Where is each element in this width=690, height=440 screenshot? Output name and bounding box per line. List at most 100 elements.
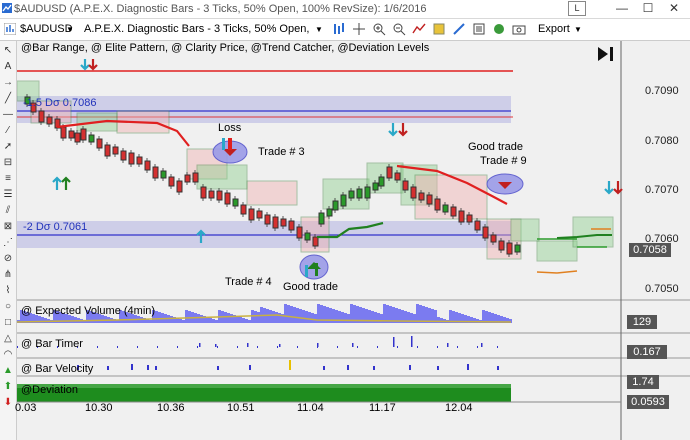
pitchfork-icon[interactable]: ⋔ xyxy=(2,269,14,281)
screenshot-icon[interactable] xyxy=(512,22,526,36)
candle xyxy=(458,210,465,223)
timer-tick xyxy=(447,343,449,347)
arrow-up-icon[interactable]: ▲ xyxy=(2,365,14,377)
candle xyxy=(112,146,119,155)
fibonacci-icon[interactable]: ≡ xyxy=(2,173,14,185)
chevron-down-icon[interactable]: ▼ xyxy=(66,25,74,34)
annotation-trade-4: Trade # 4 xyxy=(225,276,272,288)
extended-line-icon[interactable]: ⁄ xyxy=(2,125,14,137)
rectangle-icon[interactable]: □ xyxy=(2,317,14,329)
time-tick: 11.04 xyxy=(297,402,324,414)
drawing-tools-icon[interactable] xyxy=(452,22,466,36)
link-button[interactable]: L xyxy=(568,1,586,16)
ruler-icon[interactable]: ⊟ xyxy=(2,157,14,169)
volume-bar xyxy=(302,310,305,323)
candle xyxy=(498,240,505,251)
price-tick: 0.7090 xyxy=(645,85,679,97)
volume-bar xyxy=(293,307,296,323)
candle xyxy=(394,172,401,181)
volume-bar xyxy=(422,306,425,323)
volume-bar xyxy=(227,313,230,323)
regression-icon[interactable]: ⊠ xyxy=(2,221,14,233)
volume-bar xyxy=(185,310,188,323)
candle xyxy=(450,206,457,217)
volume-bar xyxy=(275,312,278,323)
volume-bar xyxy=(170,316,173,323)
strategies-icon[interactable] xyxy=(432,22,446,36)
timer-tick xyxy=(17,346,18,348)
chart-trader-icon[interactable] xyxy=(492,22,506,36)
volume-bar xyxy=(311,313,314,323)
ellipse-icon[interactable]: ○ xyxy=(2,301,14,313)
upper-deviation-label: -1.5 Dσ 0.7086 xyxy=(23,97,97,109)
line-tool-icon[interactable]: ╱ xyxy=(2,93,14,105)
timer-tick xyxy=(337,346,338,348)
arrow-down-icon[interactable]: ⬇ xyxy=(2,397,14,409)
bar-style-icon[interactable] xyxy=(332,22,346,36)
horizontal-line-icon[interactable]: ― xyxy=(2,109,14,121)
arrow-up-icon[interactable]: ⬆ xyxy=(2,381,14,393)
fib-extension-icon[interactable]: ☰ xyxy=(2,189,14,201)
bar-type-selector[interactable]: A.P.E.X. Diagnostic Bars - 3 Ticks, 50% … xyxy=(84,23,309,35)
expected-volume-title: @ Expected Volume (4min) xyxy=(21,305,156,317)
chart-area[interactable]: @Bar Range, @ Elite Pattern, @ Clarity P… xyxy=(15,41,690,440)
candle xyxy=(364,186,371,199)
velocity-tick xyxy=(249,365,251,370)
arrow-line-icon[interactable]: ➚ xyxy=(2,141,14,153)
close-button[interactable]: ✕ xyxy=(664,1,684,15)
volume-bar xyxy=(257,312,260,323)
polygon-icon[interactable]: ⌇ xyxy=(2,285,14,297)
candle xyxy=(88,134,95,143)
candle xyxy=(418,192,425,201)
maximize-button[interactable]: ☐ xyxy=(638,1,658,15)
crosshair-icon[interactable] xyxy=(352,22,366,36)
timer-tick xyxy=(357,346,358,348)
chevron-down-icon[interactable]: ▼ xyxy=(574,25,582,34)
volume-bar xyxy=(284,304,287,323)
candle xyxy=(60,126,67,139)
timer-tick xyxy=(417,346,418,348)
volume-bar xyxy=(335,310,338,323)
trend-channel-icon[interactable]: ⊘ xyxy=(2,253,14,265)
ray-tool-icon[interactable]: → xyxy=(2,77,14,89)
symbol-selector[interactable]: $AUDUSD xyxy=(20,23,73,35)
velocity-tick xyxy=(373,366,375,370)
candle xyxy=(200,186,207,199)
candle xyxy=(120,150,127,161)
volume-bar xyxy=(416,304,419,323)
export-menu[interactable]: Export xyxy=(538,23,570,35)
velocity-tick xyxy=(155,366,157,370)
time-tick: 10.30 xyxy=(85,402,113,414)
current-price-tag: 0.7058 xyxy=(629,243,671,257)
zoom-out-icon[interactable] xyxy=(392,22,406,36)
minimize-button[interactable]: — xyxy=(612,1,632,15)
volume-bar xyxy=(239,317,242,323)
zoom-in-icon[interactable] xyxy=(372,22,386,36)
volume-bar xyxy=(158,312,161,323)
new-chart-icon[interactable] xyxy=(4,23,16,35)
candle xyxy=(74,132,81,143)
text-tool-icon[interactable]: A xyxy=(2,61,14,73)
candle xyxy=(312,236,319,247)
volume-bar xyxy=(419,305,422,323)
indicators-icon[interactable] xyxy=(412,22,426,36)
channel-icon[interactable]: ⫽ xyxy=(2,205,14,217)
chevron-down-icon[interactable]: ▼ xyxy=(315,25,323,34)
volume-bar xyxy=(179,319,182,323)
bar-timer-ticks xyxy=(17,336,498,348)
volume-bar xyxy=(182,320,185,323)
volume-bar xyxy=(305,311,308,323)
timer-tick xyxy=(277,346,278,348)
gann-fan-icon[interactable]: ⋰ xyxy=(2,237,14,249)
timer-tick xyxy=(257,346,258,348)
triangle-icon[interactable]: △ xyxy=(2,333,14,345)
timer-tick xyxy=(297,346,298,348)
candle xyxy=(240,204,247,215)
arc-icon[interactable]: ◠ xyxy=(2,349,14,361)
candle xyxy=(410,186,417,199)
timer-tick xyxy=(247,343,249,347)
properties-icon[interactable] xyxy=(472,22,486,36)
volume-bar xyxy=(230,314,233,323)
velocity-tick xyxy=(437,366,439,370)
pointer-icon[interactable]: ↖ xyxy=(2,45,14,57)
